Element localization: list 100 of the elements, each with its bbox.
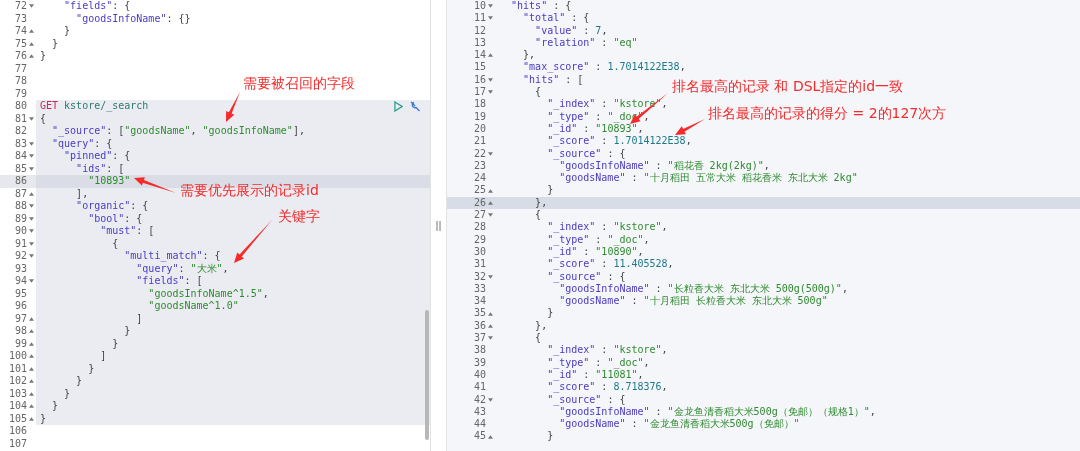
json-key: "_score" bbox=[499, 381, 596, 394]
line-number: 86 bbox=[14, 175, 27, 188]
line-number: 81 bbox=[14, 112, 27, 125]
line-number: 75 bbox=[14, 37, 27, 50]
line-number: 16 bbox=[473, 73, 486, 87]
string-value: "goodsName^1.0" bbox=[147, 300, 239, 313]
line-number: 97 bbox=[14, 312, 27, 325]
caret-up-icon[interactable] bbox=[29, 341, 34, 346]
punctuation: : bbox=[654, 159, 663, 173]
json-key: "organic" bbox=[40, 200, 131, 213]
annotation-text: 关键字 bbox=[278, 208, 320, 225]
line-number: 77 bbox=[14, 62, 27, 75]
json-key: "_score" bbox=[499, 135, 596, 148]
caret-down-icon[interactable] bbox=[488, 274, 493, 279]
string-value: "kstore" bbox=[613, 344, 662, 357]
punctuation: } bbox=[63, 25, 71, 38]
json-key: "goodsName" bbox=[499, 295, 626, 308]
string-value: "十月稻田 长粒香大米 东北大米 500g" bbox=[643, 295, 828, 308]
json-key: "query" bbox=[40, 262, 179, 275]
line-number: 43 bbox=[473, 405, 486, 419]
caret-up-icon[interactable] bbox=[29, 379, 34, 384]
json-key: "_index" bbox=[499, 344, 596, 357]
line-number: 92 bbox=[14, 250, 27, 263]
string-value: "_doc" bbox=[607, 356, 644, 369]
caret-down-icon[interactable] bbox=[488, 336, 493, 341]
caret-down-icon[interactable] bbox=[29, 154, 34, 159]
caret-up-icon[interactable] bbox=[29, 416, 34, 421]
caret-up-icon[interactable] bbox=[29, 54, 34, 59]
caret-down-icon[interactable] bbox=[29, 204, 34, 209]
line-number: 13 bbox=[473, 36, 486, 50]
scrollbar-thumb[interactable] bbox=[425, 310, 429, 440]
caret-down-icon[interactable] bbox=[488, 77, 493, 82]
caret-down-icon[interactable] bbox=[29, 116, 34, 121]
line-number: 88 bbox=[14, 200, 27, 213]
caret-down-icon[interactable] bbox=[29, 229, 34, 234]
arrow bbox=[675, 119, 705, 135]
caret-up-icon[interactable] bbox=[488, 323, 493, 328]
caret-up-icon[interactable] bbox=[29, 329, 34, 334]
string-value: "10890" bbox=[595, 245, 638, 259]
punctuation: , bbox=[841, 282, 848, 296]
json-key: "must" bbox=[40, 225, 137, 238]
json-key: "_index" bbox=[499, 98, 596, 111]
caret-up-icon[interactable] bbox=[29, 404, 34, 409]
caret-down-icon[interactable] bbox=[29, 4, 34, 9]
line-number: 106 bbox=[8, 425, 27, 438]
json-key: "value" bbox=[499, 24, 578, 37]
number-value: 7 bbox=[595, 24, 602, 37]
wrench-icon[interactable] bbox=[409, 100, 421, 112]
punctuation: : { bbox=[112, 150, 131, 163]
string-value: "10893" bbox=[87, 175, 131, 188]
punctuation: , bbox=[643, 233, 650, 246]
caret-down-icon[interactable] bbox=[29, 279, 34, 284]
caret-down-icon[interactable] bbox=[29, 166, 34, 171]
caret-up-icon[interactable] bbox=[488, 200, 493, 205]
json-key: "_type" bbox=[499, 356, 590, 369]
caret-up-icon[interactable] bbox=[488, 311, 493, 316]
caret-down-icon[interactable] bbox=[488, 4, 493, 9]
caret-down-icon[interactable] bbox=[488, 151, 493, 156]
caret-up-icon[interactable] bbox=[488, 434, 493, 439]
caret-up-icon[interactable] bbox=[29, 391, 34, 396]
punctuation: : bbox=[583, 245, 591, 259]
resize-handle-icon[interactable] bbox=[436, 220, 441, 231]
caret-down-icon[interactable] bbox=[29, 141, 34, 146]
caret-up-icon[interactable] bbox=[488, 188, 493, 193]
punctuation: } bbox=[63, 387, 71, 400]
caret-down-icon[interactable] bbox=[488, 16, 493, 21]
line-number: 15 bbox=[473, 61, 486, 74]
play-icon[interactable] bbox=[394, 101, 403, 112]
line-number: 38 bbox=[473, 344, 486, 357]
line-number: 107 bbox=[8, 437, 27, 450]
annotation-text: 需要优先展示的记录id bbox=[180, 182, 319, 199]
punctuation: } bbox=[546, 307, 554, 320]
line-number: 21 bbox=[473, 135, 486, 148]
json-key: "goodsInfoName" bbox=[499, 282, 650, 296]
caret-up-icon[interactable] bbox=[29, 41, 34, 46]
caret-up-icon[interactable] bbox=[488, 53, 493, 58]
caret-down-icon[interactable] bbox=[29, 216, 34, 221]
caret-up-icon[interactable] bbox=[29, 366, 34, 371]
caret-down-icon[interactable] bbox=[488, 90, 493, 95]
json-key: "max_score" bbox=[499, 61, 590, 74]
punctuation: ], bbox=[292, 125, 305, 138]
punctuation: , bbox=[643, 110, 650, 123]
caret-up-icon[interactable] bbox=[29, 191, 34, 196]
line-number: 83 bbox=[14, 137, 27, 150]
caret-up-icon[interactable] bbox=[29, 29, 34, 34]
line-number: 93 bbox=[14, 262, 27, 275]
caret-down-icon[interactable] bbox=[488, 397, 493, 402]
caret-down-icon[interactable] bbox=[29, 254, 34, 259]
line-number: 98 bbox=[14, 325, 27, 338]
punctuation: : [ bbox=[184, 275, 203, 288]
json-key: "_score" bbox=[499, 258, 596, 271]
caret-up-icon[interactable] bbox=[29, 354, 34, 359]
caret-down-icon[interactable] bbox=[29, 241, 34, 246]
caret-up-icon[interactable] bbox=[29, 316, 34, 321]
line-number: 17 bbox=[473, 86, 486, 99]
punctuation: : bbox=[600, 221, 609, 234]
caret-down-icon[interactable] bbox=[488, 213, 493, 218]
punctuation: , bbox=[643, 356, 650, 369]
line-number: 104 bbox=[8, 400, 27, 413]
line-number: 30 bbox=[473, 245, 486, 259]
